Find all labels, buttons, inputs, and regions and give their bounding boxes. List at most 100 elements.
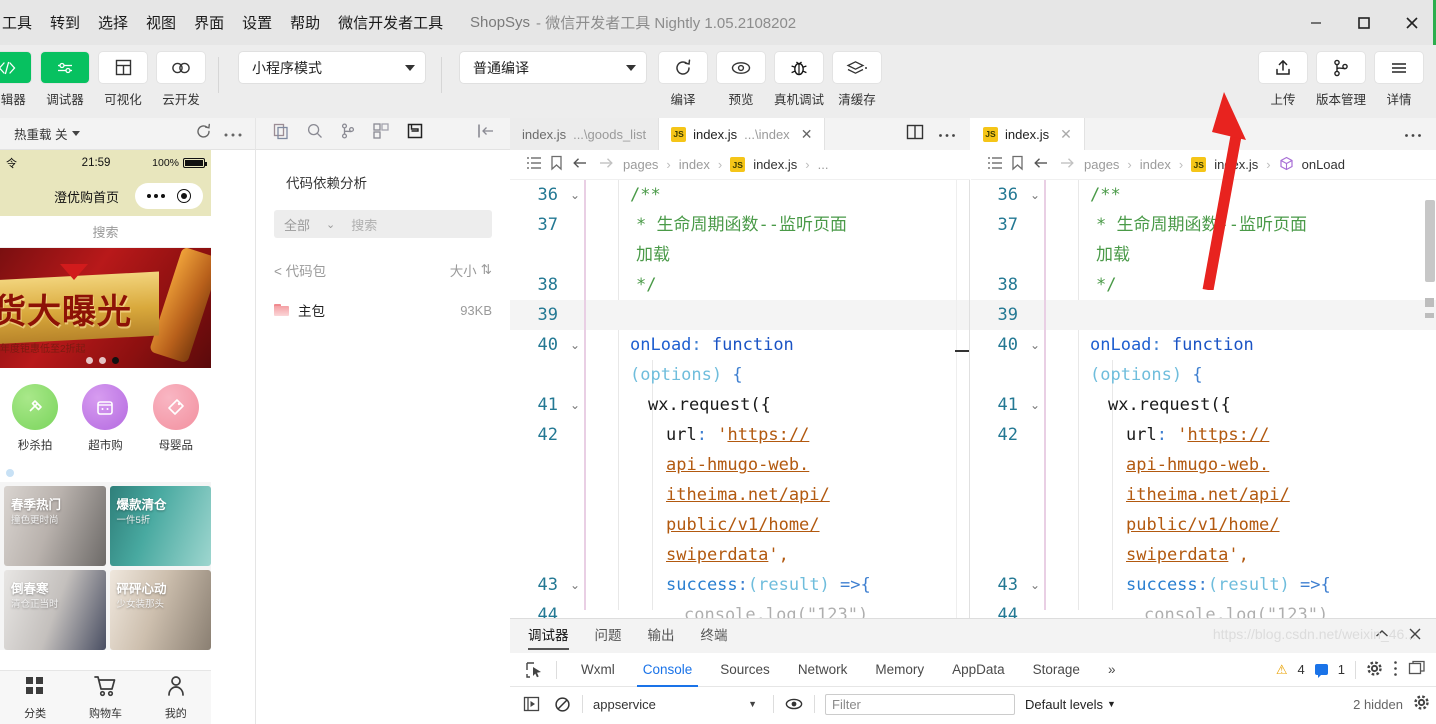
real-device-debug-button[interactable]: 真机调试: [770, 45, 828, 108]
clear-cache-button[interactable]: 清缓存: [828, 45, 886, 108]
message-count[interactable]: 1: [1338, 662, 1345, 677]
breadcrumb-pages[interactable]: pages: [623, 157, 658, 172]
breadcrumb-file[interactable]: index.js: [1214, 157, 1258, 172]
maximize-button[interactable]: [1340, 0, 1388, 45]
hot-reload-toggle[interactable]: 热重载 关: [14, 124, 81, 143]
clear-console-icon[interactable]: [552, 694, 572, 714]
console-context-select[interactable]: appservice ▼: [593, 697, 763, 712]
toolbar-cloud-button[interactable]: 云开发: [152, 45, 210, 108]
inspect-element-icon[interactable]: [524, 660, 546, 680]
more-actions-icon[interactable]: [938, 125, 956, 143]
tabbar-item-category[interactable]: 分类: [0, 675, 70, 721]
category-item[interactable]: 超市购: [74, 383, 136, 453]
close-icon[interactable]: [1408, 627, 1422, 646]
menu-item-goto[interactable]: 转到: [41, 8, 89, 37]
menu-item-help[interactable]: 帮助: [281, 8, 329, 37]
console-tab-debugger[interactable]: 调试器: [528, 624, 569, 650]
dependency-filter-bar[interactable]: 全部 ⌄ 搜索: [274, 210, 492, 238]
devtools-tabs-overflow[interactable]: »: [1094, 653, 1130, 687]
upload-button[interactable]: 上传: [1254, 45, 1312, 108]
settings-gear-icon[interactable]: [1366, 660, 1383, 680]
phone-banner[interactable]: 货大曝光 年度钜惠低至2折起: [0, 248, 211, 368]
bookmark-icon[interactable]: [1011, 155, 1024, 174]
phone-capsule-buttons[interactable]: [135, 183, 203, 209]
close-icon[interactable]: ✕: [1060, 126, 1072, 143]
save-icon[interactable]: [406, 122, 424, 145]
breadcrumb-ellipsis[interactable]: ...: [818, 157, 829, 172]
menu-item-tools[interactable]: 工具: [0, 8, 41, 37]
menu-item-ui[interactable]: 界面: [185, 8, 233, 37]
version-control-button[interactable]: 版本管理: [1312, 45, 1370, 108]
step-icon[interactable]: [522, 694, 542, 714]
devtools-tab-appdata[interactable]: AppData: [938, 653, 1019, 687]
split-editor-icon[interactable]: [906, 124, 924, 145]
editor-tab-index[interactable]: JS index.js ...\index ✕: [659, 118, 826, 150]
editor-tab-goods-list[interactable]: index.js ...\goods_list: [510, 118, 660, 150]
phone-search-bar[interactable]: 搜索: [0, 216, 211, 248]
devtools-tab-wxml[interactable]: Wxml: [567, 653, 629, 687]
code-content-right[interactable]: /** * 生命周期函数--监听页面 加载 */ onLoad: functio…: [1046, 180, 1436, 630]
console-tab-output[interactable]: 输出: [648, 624, 675, 649]
breadcrumb-pages[interactable]: pages: [1084, 157, 1119, 172]
product-tile[interactable]: 春季热门 撞色更时尚: [4, 486, 106, 566]
forward-icon[interactable]: [1058, 156, 1076, 173]
devtools-tab-sources[interactable]: Sources: [706, 653, 784, 687]
tabbar-item-profile[interactable]: 我的: [141, 675, 211, 721]
forward-icon[interactable]: [597, 156, 615, 173]
dependency-row[interactable]: 主包 93KB: [274, 300, 492, 320]
category-item[interactable]: 母婴品: [145, 383, 207, 453]
devtools-tab-memory[interactable]: Memory: [861, 653, 938, 687]
git-branch-icon[interactable]: [340, 122, 356, 145]
minimize-button[interactable]: [1292, 0, 1340, 45]
menu-item-view[interactable]: 视图: [137, 8, 185, 37]
breadcrumb-index[interactable]: index: [1140, 157, 1171, 172]
product-tile[interactable]: 爆款清仓 一件5折: [109, 486, 211, 566]
dependency-col-size[interactable]: 大小 ⇅: [450, 260, 492, 280]
toolbar-editor-button[interactable]: 编辑器: [0, 45, 36, 108]
code-content-left[interactable]: /** * 生命周期函数--监听页面 加载 */ onLoad: functio…: [586, 180, 969, 630]
back-icon[interactable]: [571, 156, 589, 173]
eye-icon[interactable]: [784, 694, 804, 714]
dock-icon[interactable]: [1408, 660, 1426, 679]
console-tab-problems[interactable]: 问题: [595, 624, 622, 649]
collapse-icon[interactable]: [1374, 627, 1390, 645]
phone-simulator[interactable]: 令 21:59 100% 澄优购首页 搜索 货大曝光 年度钜惠低至2折起 秒杀拍…: [0, 150, 211, 724]
refresh-icon[interactable]: [194, 122, 213, 146]
mode-select[interactable]: 小程序模式: [239, 52, 425, 83]
breadcrumb-index[interactable]: index: [679, 157, 710, 172]
toolbar-debugger-button[interactable]: 调试器: [36, 45, 94, 108]
more-vertical-icon[interactable]: [1393, 660, 1398, 680]
console-tab-terminal[interactable]: 终端: [701, 624, 728, 649]
more-icon[interactable]: [223, 125, 243, 143]
scrollbar-thumb[interactable]: [1425, 200, 1435, 282]
category-item[interactable]: 秒杀拍: [4, 383, 66, 453]
console-filter-input[interactable]: Filter: [825, 693, 1015, 715]
collapse-icon[interactable]: [476, 122, 510, 145]
close-button[interactable]: [1388, 0, 1436, 45]
product-tile[interactable]: 倒春寒 清仓正当时: [4, 570, 106, 650]
details-button[interactable]: 详情: [1370, 45, 1428, 108]
toolbar-visualize-button[interactable]: 可视化: [94, 45, 152, 108]
breadcrumb-file[interactable]: index.js: [753, 157, 797, 172]
back-icon[interactable]: [1032, 156, 1050, 173]
menu-item-devtools[interactable]: 微信开发者工具: [329, 8, 452, 37]
devtools-tab-network[interactable]: Network: [784, 653, 862, 687]
breadcrumb-symbol-onload[interactable]: onLoad: [1302, 157, 1345, 172]
menu-item-select[interactable]: 选择: [89, 8, 137, 37]
preview-button[interactable]: 预览: [712, 45, 770, 108]
more-actions-icon[interactable]: [1404, 125, 1422, 143]
settings-gear-icon[interactable]: [1413, 694, 1430, 714]
extensions-icon[interactable]: [372, 122, 390, 145]
devtools-tab-console[interactable]: Console: [629, 653, 707, 687]
menu-item-settings[interactable]: 设置: [233, 8, 281, 37]
dependency-col-name[interactable]: < 代码包: [274, 260, 326, 280]
editor-tab-index-right[interactable]: JS index.js ✕: [971, 118, 1085, 150]
warning-count[interactable]: 4: [1298, 662, 1305, 677]
copy-icon[interactable]: [272, 122, 290, 145]
bookmark-icon[interactable]: [550, 155, 563, 174]
outline-icon[interactable]: [526, 156, 542, 173]
outline-icon[interactable]: [987, 156, 1003, 173]
compile-select[interactable]: 普通编译: [460, 52, 646, 83]
devtools-tab-storage[interactable]: Storage: [1019, 653, 1094, 687]
product-tile[interactable]: 砰砰心动 少女装那头: [109, 570, 211, 650]
